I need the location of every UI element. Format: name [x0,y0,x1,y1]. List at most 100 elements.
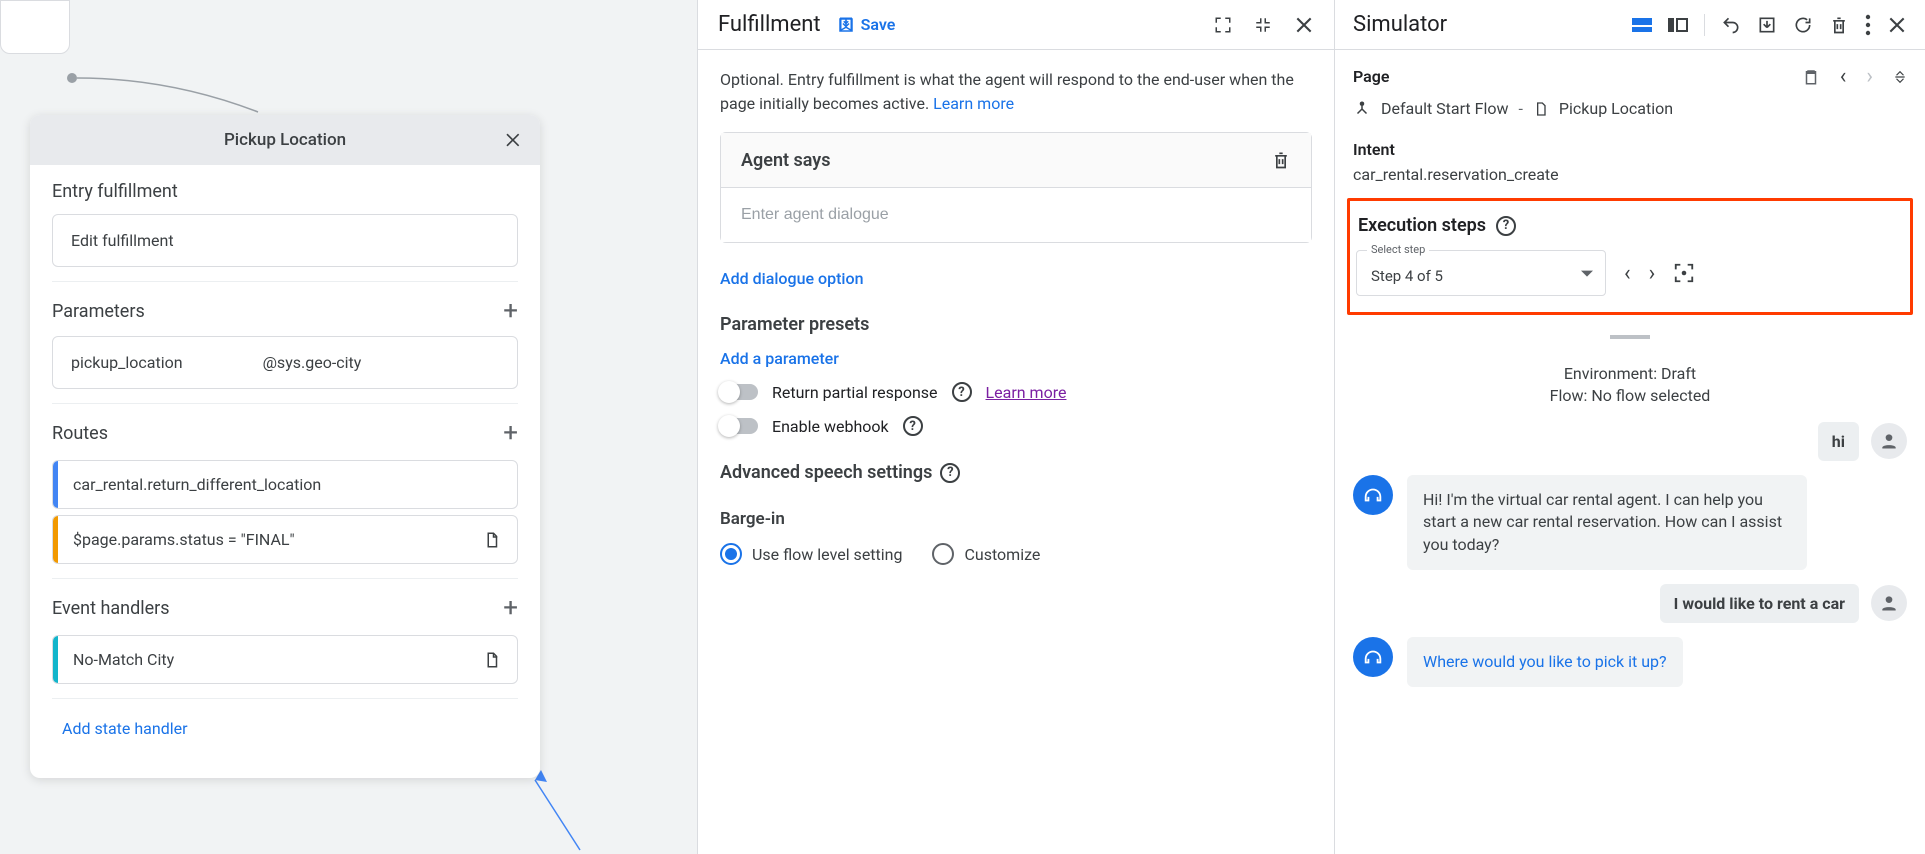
route-row-intent[interactable]: car_rental.return_different_location [52,460,518,509]
enable-webhook-toggle[interactable] [720,418,758,434]
save-label: Save [861,15,896,34]
simulator-title: Simulator [1353,12,1447,37]
help-icon[interactable]: ? [903,416,923,436]
edit-fulfillment-row[interactable]: Edit fulfillment [52,214,518,267]
page-icon [483,651,501,669]
close-panel-icon[interactable] [1294,15,1314,35]
partial-response-toggle[interactable] [720,384,758,400]
bot-message: Hi! I'm the virtual car rental agent. I … [1407,475,1807,570]
save-icon [837,16,855,34]
add-event-icon[interactable]: + [503,595,518,621]
page-icon [1533,100,1549,118]
simulator-header: Simulator [1335,0,1925,50]
bot-message[interactable]: Where would you like to pick it up? [1407,637,1683,687]
partial-response-label: Return partial response [772,383,938,402]
step-select-value: Step 4 of 5 [1371,267,1443,285]
save-conversation-icon[interactable] [1757,15,1777,35]
undo-icon[interactable] [1721,15,1741,35]
bot-avatar [1353,475,1393,515]
add-dialogue-link[interactable]: Add dialogue option [720,269,863,288]
param-entity: @sys.geo-city [263,353,362,372]
trash-icon[interactable] [1829,14,1849,36]
help-icon[interactable]: ? [940,463,960,483]
param-name: pickup_location [71,353,183,372]
fulfillment-title: Fulfillment [718,12,821,37]
user-message: I would like to rent a car [1660,584,1859,623]
execution-steps-highlight: Execution steps ? Select step Step 4 of … [1347,198,1913,315]
clipboard-icon[interactable] [1802,64,1820,89]
save-button[interactable]: Save [837,15,896,34]
parameter-row[interactable]: pickup_location @sys.geo-city [52,336,518,389]
fulfillment-header: Fulfillment Save [698,0,1334,50]
step-select[interactable]: Select step Step 4 of 5 [1356,250,1606,296]
expand-icon[interactable] [1214,16,1232,34]
reset-icon[interactable] [1793,15,1813,35]
next-page-icon[interactable]: › [1866,64,1873,89]
collapse-sim-icon[interactable] [1893,64,1907,89]
user-message: hi [1818,422,1859,461]
learn-more-link[interactable]: Learn more [933,94,1014,113]
help-icon[interactable]: ? [1496,216,1516,236]
enable-webhook-label: Enable webhook [772,417,889,436]
advanced-speech-label: Advanced speech settings [720,462,932,483]
edit-fulfillment-text: Edit fulfillment [71,231,174,250]
intent-value: car_rental.reservation_create [1353,165,1907,184]
focus-step-icon[interactable] [1673,262,1695,284]
env-line-2: Flow: No flow selected [1353,385,1907,407]
parameters-label: Parameters [52,301,145,322]
add-parameter-icon[interactable]: + [503,298,518,324]
chevron-down-icon [1581,271,1593,277]
route-row-condition[interactable]: $page.params.status = "FINAL" [52,515,518,564]
page-icon [483,531,501,549]
routes-label: Routes [52,423,108,444]
close-simulator-icon[interactable] [1887,15,1907,35]
breadcrumb-page[interactable]: Pickup Location [1559,99,1673,118]
route-intent-text: car_rental.return_different_location [73,475,321,494]
page-card: Pickup Location Entry fulfillment Edit f… [30,115,540,778]
agent-dialogue-input[interactable] [721,188,1311,242]
close-icon[interactable] [504,130,524,150]
event-handlers-label: Event handlers [52,598,170,619]
more-icon[interactable] [1865,14,1871,36]
flow-icon [1353,100,1371,118]
page-card-header: Pickup Location [30,115,540,165]
resize-handle[interactable] [1353,335,1907,339]
view-mode-b-icon[interactable] [1668,18,1688,32]
prev-step-icon[interactable]: ‹ [1624,261,1631,286]
collapse-icon[interactable] [1254,16,1272,34]
fulfillment-panel: Fulfillment Save Optional. Entry fulfill… [697,0,1334,854]
add-state-handler-link[interactable]: Add state handler [40,699,530,738]
user-avatar [1871,585,1907,621]
fulfillment-description: Optional. Entry fulfillment is what the … [720,68,1312,116]
parameter-presets-label: Parameter presets [720,314,1312,335]
entry-fulfillment-label: Entry fulfillment [40,165,530,210]
start-node[interactable] [0,0,70,54]
next-step-icon[interactable]: › [1649,261,1656,286]
page-title: Pickup Location [224,130,346,150]
breadcrumb-flow[interactable]: Default Start Flow [1381,99,1509,118]
delete-icon[interactable] [1271,149,1291,171]
barge-flow-radio[interactable]: Use flow level setting [720,543,902,565]
view-mode-a-icon[interactable] [1632,18,1652,32]
agent-says-label: Agent says [741,150,831,171]
user-avatar [1871,423,1907,459]
barge-in-label: Barge-in [720,509,1312,529]
add-parameter-link[interactable]: Add a parameter [720,349,839,368]
env-line-1: Environment: Draft [1353,363,1907,385]
prev-page-icon[interactable]: ‹ [1840,64,1847,89]
step-select-legend: Select step [1367,243,1429,256]
bot-avatar [1353,637,1393,677]
barge-custom-radio[interactable]: Customize [932,543,1040,565]
breadcrumb: Default Start Flow - Pickup Location [1353,99,1907,118]
simulator-panel: Simulator Pag [1334,0,1925,854]
learn-more-partial-link[interactable]: Learn more [986,383,1067,402]
agent-says-box: Agent says [720,132,1312,243]
add-route-icon[interactable]: + [503,420,518,446]
help-icon[interactable]: ? [952,382,972,402]
divider [1704,14,1705,36]
route-cond-text: $page.params.status = "FINAL" [73,530,295,549]
event-row[interactable]: No-Match City [52,635,518,684]
intent-label: Intent [1353,140,1907,159]
chat-transcript: Environment: Draft Flow: No flow selecte… [1335,353,1925,707]
flow-canvas[interactable]: Pickup Location Entry fulfillment Edit f… [0,0,697,854]
